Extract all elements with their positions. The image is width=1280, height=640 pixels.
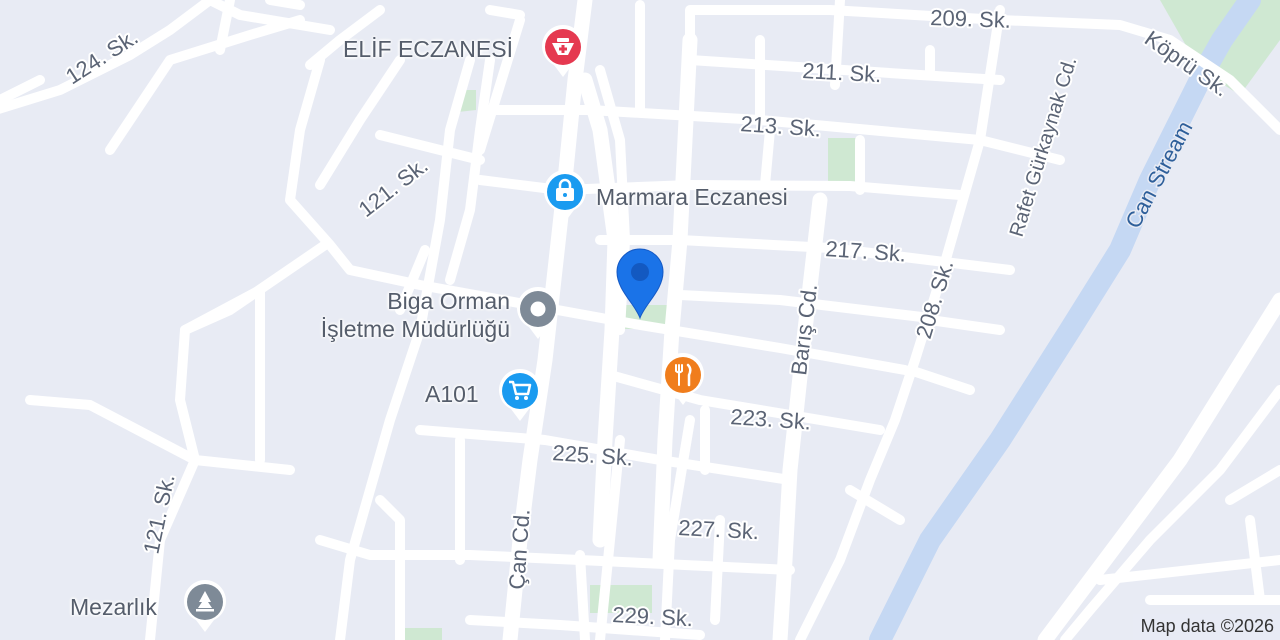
government-building-icon [517,287,559,339]
cemetery-icon [184,580,226,632]
shopping-cart-icon [499,369,541,421]
street-label-213: 213. Sk. [740,111,822,142]
poi-marker-a101[interactable] [498,369,542,423]
restaurant-icon [662,353,704,405]
street-label-211: 211. Sk. [802,58,882,87]
poi-label-elif-eczanesi[interactable]: ELİF ECZANESİ [343,36,513,62]
poi-label-mezarlik[interactable]: Mezarlık [70,594,157,620]
street-label-124: 124. Sk. [61,24,142,89]
poi-marker-biga-orman[interactable] [516,287,560,341]
street-labels-layer: 124. Sk. 121. Sk. 121. Sk. 209. Sk. 211.… [59,3,1236,633]
poi-marker-elif-eczanesi[interactable] [541,25,585,79]
location-marker[interactable] [613,246,667,320]
street-label-121-north: 121. Sk. [354,153,433,222]
street-label-121-south: 121. Sk. [138,472,179,556]
street-label-209: 209. Sk. [930,5,1012,33]
poi-marker-restaurant[interactable] [661,353,705,407]
street-label-can: Çan Cd. [504,508,535,590]
poi-label-biga-orman-line2[interactable]: İşletme Müdürlüğü [276,316,510,342]
street-label-227: 227. Sk. [678,515,760,544]
street-label-rafet-gurkaynak: Rafet Gürkaynak Cd. [1006,54,1082,239]
water-label-can-stream: Can Stream [1120,117,1197,232]
street-label-229: 229. Sk. [612,602,694,631]
street-label-223: 223. Sk. [730,404,812,435]
poi-marker-marmara-eczanesi[interactable] [543,170,587,224]
poi-label-marmara-eczanesi[interactable]: Marmara Eczanesi [596,184,788,210]
street-label-217: 217. Sk. [825,236,907,267]
poi-label-biga-orman-line1[interactable]: Biga Orman [300,288,510,314]
street-label-baris: Barış Cd. [786,283,822,377]
map-canvas[interactable]: 124. Sk. 121. Sk. 121. Sk. 209. Sk. 211.… [0,0,1280,640]
street-label-kopru: Köprü Sk. [1140,26,1233,102]
street-label-225: 225. Sk. [552,440,634,471]
location-pin-icon [616,248,664,320]
map-attribution[interactable]: Map data ©2026 [1132,614,1280,640]
poi-label-a101[interactable]: A101 [425,381,479,407]
street-label-208: 208. Sk. [911,257,959,342]
poi-marker-mezarlik[interactable] [183,580,227,634]
pharmacy-icon [542,25,584,77]
shopping-bag-icon [544,170,586,222]
